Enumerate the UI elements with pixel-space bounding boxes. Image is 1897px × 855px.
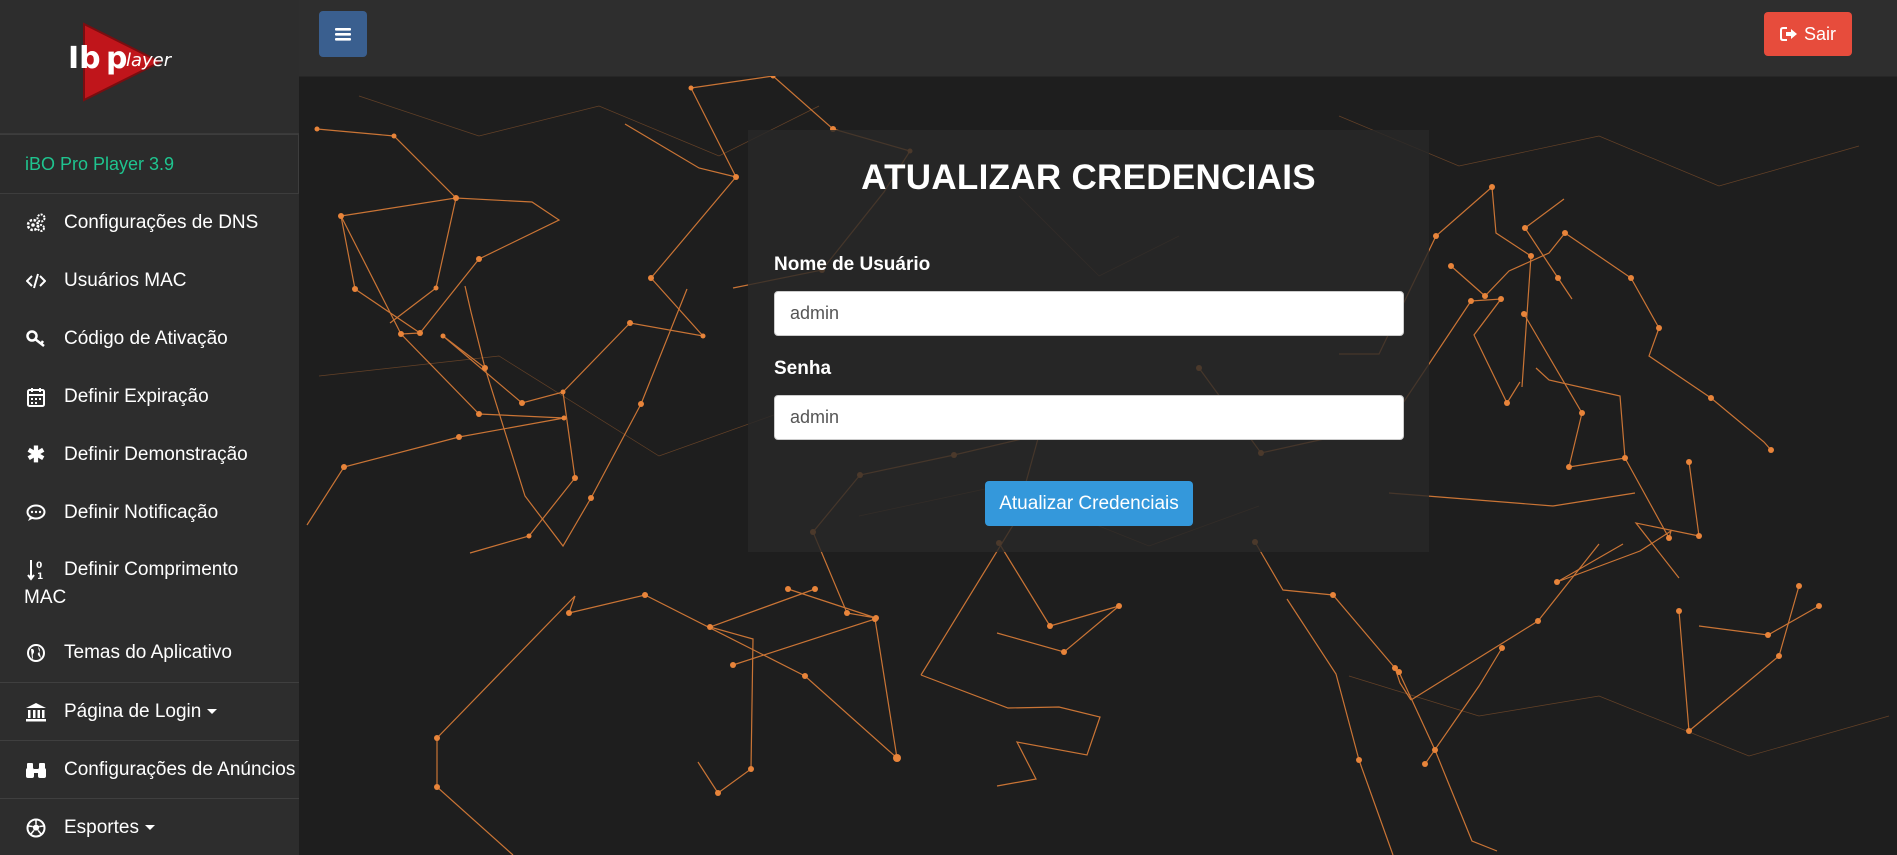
logo-mark: Ib p layer [68,22,172,102]
sidebar-item-set-expiration[interactable]: Definir Expiração [0,368,299,426]
sidebar-item-set-notification[interactable]: Definir Notificação [0,484,299,542]
gears-icon [24,211,48,235]
soccer-ball-icon [24,816,48,840]
sidebar-item-label: Definir Demonstração [64,444,248,465]
password-label: Senha [774,358,832,379]
sidebar-item-app-themes[interactable]: Temas do Aplicativo [0,624,299,682]
calendar-icon [24,385,48,409]
sidebar-item-ads-settings[interactable]: Configurações de Anúncios [0,740,299,798]
asterisk-icon: ✱ [26,442,46,467]
sidebar-item-activation-code[interactable]: Código de Ativação [0,310,299,368]
svg-text:1: 1 [37,572,43,581]
sidebar-item-label: Definir Comprimento MAC [24,559,239,608]
sidebar-item-mac-length[interactable]: 01 Definir Comprimento MAC [0,542,299,624]
sidebar-item-label: Definir Notificação [64,502,219,523]
bank-icon [24,700,48,724]
menu-toggle-button[interactable] [319,11,367,57]
sidebar-item-label: Página de Login [64,698,217,726]
sidebar-item-label: Código de Ativação [64,328,228,349]
version-label[interactable]: iBO Pro Player 3.9 [0,134,299,194]
key-icon [24,327,48,351]
chat-icon [24,501,48,525]
svg-text:0: 0 [36,561,42,571]
sidebar-item-label: Usuários MAC [64,270,187,291]
sort-numeric-icon: 01 [24,558,48,582]
page-title: ATUALIZAR CREDENCIAIS [861,158,1316,197]
sidebar-item-label: Configurações de DNS [64,212,259,233]
sidebar-item-label: Configurações de Anúncios [64,756,299,784]
hamburger-icon [335,28,351,41]
sidebar-item-sports[interactable]: Esportes [0,798,299,855]
binoculars-icon [24,758,48,782]
sidebar-item-dns[interactable]: Configurações de DNS [0,194,299,252]
code-icon [24,269,48,293]
sidebar-item-label: Esportes [64,814,155,842]
logout-button[interactable]: Sair [1763,12,1852,56]
username-label: Nome de Usuário [774,254,931,275]
topbar: Sair [299,0,1897,77]
password-input[interactable] [774,395,1404,440]
svg-text:Ib: Ib [68,41,101,76]
update-credentials-button[interactable]: Atualizar Credenciais [985,481,1193,526]
sidebar-item-mac-users[interactable]: Usuários MAC [0,252,299,310]
sign-out-icon [1779,27,1797,41]
svg-text:p: p [106,41,127,76]
logout-label: Sair [1803,23,1836,44]
sidebar-item-set-demo[interactable]: ✱ Definir Demonstração [0,426,299,484]
sidebar-item-label: Definir Expiração [64,386,209,407]
credentials-card: ATUALIZAR CREDENCIAIS Nome de Usuário Se… [748,130,1429,552]
sidebar-item-login-page[interactable]: Página de Login [0,682,299,740]
globe-icon [24,641,48,665]
sidebar-item-label: Temas do Aplicativo [64,642,232,663]
sidebar: Ib p layer iBO Pro Player 3.9 Configuraç… [0,0,299,855]
username-input[interactable] [774,291,1404,336]
logo[interactable]: Ib p layer [0,0,299,134]
svg-text:layer: layer [126,50,172,71]
